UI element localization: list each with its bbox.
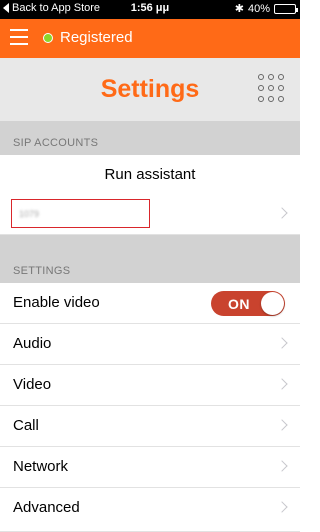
bluetooth-icon: ✱	[234, 3, 244, 15]
battery-icon	[274, 3, 298, 14]
chevron-right-icon	[276, 419, 288, 431]
chevron-right-icon	[276, 337, 288, 349]
chevron-right-icon	[276, 207, 288, 219]
toggle-state-label: ON	[228, 296, 250, 312]
settings-item-video[interactable]: Video	[0, 365, 300, 406]
sip-account-highlight: 1079	[11, 199, 150, 228]
settings-item-label: Advanced	[13, 499, 80, 516]
run-assistant-button[interactable]: Run assistant	[0, 155, 300, 196]
battery-percent: 40%	[247, 2, 270, 15]
hamburger-menu-icon[interactable]	[10, 29, 28, 47]
settings-section-header: SETTINGS	[0, 235, 300, 283]
page-title: Settings	[100, 75, 200, 103]
settings-item-audio[interactable]: Audio	[0, 324, 300, 365]
settings-item-label: Call	[13, 417, 39, 434]
settings-item-network[interactable]: Network	[0, 447, 300, 488]
status-indicators: ✱ 40%	[234, 2, 298, 15]
top-bar: Registered	[0, 19, 300, 58]
settings-item-label: Network	[13, 458, 69, 475]
toggle-knob	[261, 292, 284, 315]
sip-accounts-section-label: SIP ACCOUNTS	[13, 137, 99, 149]
registration-status-label: Registered	[60, 29, 133, 46]
dialpad-icon[interactable]	[258, 74, 284, 104]
chevron-right-icon	[276, 501, 288, 513]
settings-item-label: Video	[13, 376, 52, 393]
settings-item-call[interactable]: Call	[0, 406, 300, 447]
enable-video-toggle[interactable]: ON	[211, 291, 285, 316]
page-header: Settings	[0, 58, 300, 121]
chevron-right-icon	[276, 378, 288, 390]
registration-status-dot-icon	[43, 33, 53, 43]
enable-video-label: Enable video	[13, 294, 100, 311]
run-assistant-label: Run assistant	[104, 166, 196, 183]
chevron-right-icon	[276, 460, 288, 472]
sip-account-row[interactable]: 1079	[0, 194, 300, 235]
settings-section-label: SETTINGS	[13, 265, 71, 277]
status-bar: Back to App Store 1:56 μμ ✱ 40%	[0, 0, 300, 19]
sip-accounts-section-header: SIP ACCOUNTS	[0, 121, 300, 155]
settings-item-label: Audio	[13, 335, 52, 352]
sip-account-name: 1079	[19, 209, 40, 219]
settings-item-advanced[interactable]: Advanced	[0, 488, 300, 532]
enable-video-row: Enable video ON	[0, 283, 300, 324]
